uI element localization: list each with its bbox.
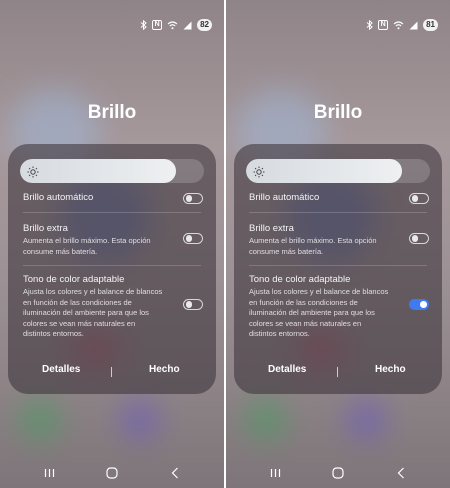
wifi-icon (393, 20, 404, 30)
brightness-panel: Brillo automático Brillo extra Aumenta e… (234, 144, 442, 394)
extra-brightness-toggle[interactable] (409, 233, 429, 244)
setting-title: Brillo extra (249, 223, 294, 234)
status-bar: N 82 (140, 18, 212, 32)
wallpaper-blob (20, 400, 60, 440)
navigation-bar (226, 458, 450, 488)
status-bar: N 81 (366, 18, 438, 32)
toggle-knob (420, 301, 427, 308)
details-button[interactable]: Detalles (268, 364, 306, 375)
signal-icon (183, 21, 192, 30)
footer-separator (337, 367, 338, 377)
battery-badge: 81 (423, 19, 438, 31)
toggle-knob (185, 301, 192, 308)
wallpaper-blob (246, 400, 286, 440)
toggle-knob (411, 195, 418, 202)
back-icon[interactable] (392, 464, 410, 482)
bluetooth-icon (140, 20, 147, 30)
setting-row-adaptive-tone[interactable]: Tono de color adaptable Ajusta los color… (249, 274, 429, 340)
nfc-icon: N (378, 20, 389, 30)
brightness-slider-fill (246, 159, 403, 183)
done-button[interactable]: Hecho (375, 364, 406, 375)
divider (23, 265, 201, 266)
sun-icon (27, 165, 39, 178)
setting-title: Tono de color adaptable (23, 274, 125, 285)
extra-brightness-toggle[interactable] (183, 233, 203, 244)
auto-brightness-toggle[interactable] (183, 193, 203, 204)
divider (249, 212, 427, 213)
phone-screen-left: N 82 Brillo Brillo automático Brillo ext… (0, 0, 224, 488)
setting-title: Brillo automático (249, 192, 320, 203)
auto-brightness-toggle[interactable] (409, 193, 429, 204)
setting-description: Ajusta los colores y el balance de blanc… (249, 287, 389, 338)
navigation-bar (0, 458, 224, 488)
panel-footer: Detalles Hecho (8, 364, 216, 384)
details-button[interactable]: Detalles (42, 364, 80, 375)
toggle-knob (411, 235, 418, 242)
setting-title: Brillo extra (23, 223, 68, 234)
setting-row-extra-brightness[interactable]: Brillo extra Aumenta el brillo máximo. E… (23, 223, 203, 257)
page-title: Brillo (313, 102, 363, 123)
sun-icon (253, 165, 265, 178)
setting-description: Aumenta el brillo máximo. Esta opción co… (249, 236, 377, 256)
setting-row-extra-brightness[interactable]: Brillo extra Aumenta el brillo máximo. E… (249, 223, 429, 257)
bluetooth-icon (366, 20, 373, 30)
setting-row-adaptive-tone[interactable]: Tono de color adaptable Ajusta los color… (23, 274, 203, 340)
adaptive-tone-toggle[interactable] (409, 299, 429, 310)
nfc-icon: N (152, 20, 163, 30)
recents-icon[interactable] (266, 464, 284, 482)
battery-badge: 82 (197, 19, 212, 31)
footer-separator (111, 367, 112, 377)
toggle-knob (185, 195, 192, 202)
page-title: Brillo (87, 102, 137, 123)
setting-row-auto-brightness[interactable]: Brillo automático (23, 192, 203, 203)
brightness-slider[interactable] (246, 159, 430, 183)
back-icon[interactable] (166, 464, 184, 482)
recents-icon[interactable] (40, 464, 58, 482)
brightness-panel: Brillo automático Brillo extra Aumenta e… (8, 144, 216, 394)
setting-description: Ajusta los colores y el balance de blanc… (23, 287, 163, 338)
brightness-slider-fill (20, 159, 177, 183)
setting-title: Tono de color adaptable (249, 274, 351, 285)
setting-row-auto-brightness[interactable]: Brillo automático (249, 192, 429, 203)
phone-screen-right: N 81 Brillo Brillo automático Brillo ext… (226, 0, 450, 488)
home-icon[interactable] (103, 464, 121, 482)
divider (23, 212, 201, 213)
signal-icon (409, 21, 418, 30)
setting-title: Brillo automático (23, 192, 94, 203)
home-icon[interactable] (329, 464, 347, 482)
divider (249, 265, 427, 266)
wallpaper-blob (346, 400, 386, 440)
wifi-icon (167, 20, 178, 30)
brightness-slider[interactable] (20, 159, 204, 183)
panel-footer: Detalles Hecho (234, 364, 442, 384)
wallpaper-blob (120, 400, 160, 440)
setting-description: Aumenta el brillo máximo. Esta opción co… (23, 236, 151, 256)
toggle-knob (185, 235, 192, 242)
done-button[interactable]: Hecho (149, 364, 180, 375)
adaptive-tone-toggle[interactable] (183, 299, 203, 310)
